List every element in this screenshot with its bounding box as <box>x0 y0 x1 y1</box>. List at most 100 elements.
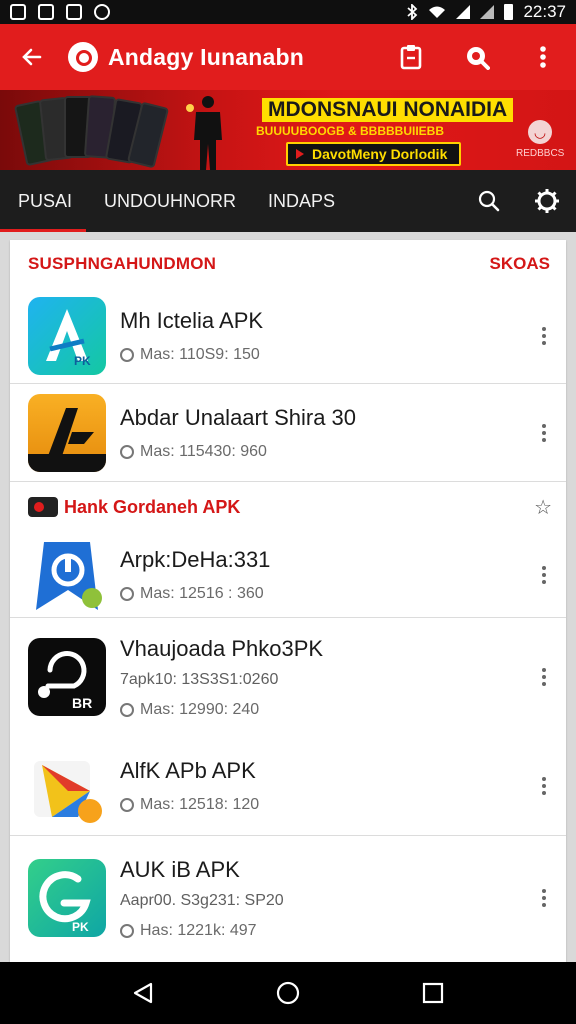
app-meta-text: Has: 1221k: 497 <box>140 921 257 939</box>
tab-label: PUSAI <box>18 190 73 211</box>
app-meta-text: Mas: 110S9: 150 <box>140 345 260 363</box>
app-name: AUK iB APK <box>120 856 240 882</box>
app-meta-text: Mas: 12516 : 360 <box>140 584 264 602</box>
more-vert-icon <box>540 46 546 68</box>
item-menu-button[interactable] <box>534 326 554 345</box>
gallery-icon <box>66 4 82 20</box>
svg-text:PK: PK <box>74 354 91 368</box>
search-icon <box>478 190 500 212</box>
app-list-item[interactable]: PK Mh Ictelia APK Mas: 110S9: 150 <box>10 288 566 384</box>
svg-text:BR: BR <box>72 695 92 711</box>
tab-pusai[interactable]: PUSAI <box>0 170 87 232</box>
banner-badge-label: REDBBCS <box>516 148 565 159</box>
status-bar: 22:37 <box>0 0 576 24</box>
app-meta: Mas: 12516 : 360 <box>120 585 270 603</box>
tab-undouhnorr[interactable]: UNDOUHNORR <box>86 170 250 232</box>
bluetooth-icon <box>407 4 418 20</box>
search-button[interactable] <box>444 24 510 90</box>
section-title: SUSPHNGAHUNDMON <box>28 254 217 273</box>
app-list-item[interactable]: AlfK APb APK Mas: 12518: 120 <box>10 736 566 836</box>
star-icon[interactable]: ☆ <box>534 495 552 520</box>
app-list-item[interactable]: PK AUK iB APK Aapr00. S3g231: SP20 Has: … <box>10 836 566 960</box>
app-name: AlfK APb APK <box>120 757 256 783</box>
green-app-icon: PK <box>28 859 106 937</box>
app-title: Andagy Iunanabn <box>108 43 304 70</box>
colorful-app-icon <box>28 746 106 825</box>
image-icon <box>10 4 26 20</box>
section-badge-icon <box>28 497 58 517</box>
blue-app-icon <box>28 535 106 614</box>
nav-recents-button[interactable] <box>403 962 463 1024</box>
promo-banner[interactable]: MDONSNAUI NONAIDIA BUUUUBOOGB & BBBBBUII… <box>0 90 576 170</box>
app-meta: Mas: 110S9: 150 <box>120 346 263 364</box>
app-meta: Mas: 115430: 960 <box>120 443 356 461</box>
app-meta-text: Mas: 12990: 240 <box>140 700 260 718</box>
nav-home-icon <box>276 981 300 1005</box>
item-menu-button[interactable] <box>534 889 554 907</box>
nav-home-button[interactable] <box>258 962 318 1024</box>
app-version: Aapr00. S3g231: SP20 <box>120 891 284 909</box>
app-list-item[interactable]: Abdar Unalaart Shira 30 Mas: 115430: 960 <box>10 384 566 482</box>
clock-icon <box>120 923 134 938</box>
back-button[interactable] <box>0 24 64 90</box>
clipboard-button[interactable] <box>378 24 444 90</box>
app-list-item[interactable]: Arpk:DeHa:331 Mas: 12516 : 360 <box>10 532 566 618</box>
person-silhouette-icon <box>186 96 222 170</box>
tab-indaps[interactable]: INDAPS <box>250 170 349 232</box>
wifi-icon <box>429 6 446 18</box>
black-app-icon: BR <box>28 638 106 716</box>
content-card: SUSPHNGAHUNDMON SKOAS PK Mh Ictelia APK … <box>10 240 566 962</box>
clock-icon <box>120 444 134 459</box>
signal-icon <box>480 5 495 19</box>
banner-cta-button[interactable]: DavotMeny Dorlodik <box>286 142 462 166</box>
app-logo-icon <box>68 42 98 72</box>
app-meta: Mas: 12518: 120 <box>120 796 259 814</box>
back-arrow-icon <box>22 48 42 66</box>
banner-subtitle: BUUUUBOOGB & BBBBBUIIEBB <box>256 124 444 138</box>
clock-icon <box>120 586 134 601</box>
signal-icon <box>456 5 471 19</box>
app-meta: Mas: 12990: 240 <box>120 701 323 719</box>
nav-back-icon <box>133 982 152 1004</box>
tab-label: UNDOUHNORR <box>104 190 237 211</box>
app-name: Arpk:DeHa:331 <box>120 546 271 572</box>
more-options-button[interactable] <box>510 24 576 90</box>
clock-icon <box>120 702 134 717</box>
system-nav-bar <box>0 962 576 1024</box>
camera-icon <box>38 4 54 20</box>
banner-title: MDONSNAUI NONAIDIA <box>262 98 514 122</box>
app-meta-text: Mas: 12518: 120 <box>140 795 260 813</box>
app-name: Vhaujoada Phko3PK <box>120 635 324 661</box>
clock-icon <box>120 797 134 812</box>
app-list-item[interactable]: BR Vhaujoada Phko3PK 7apk10: 13S3S1:0260… <box>10 618 566 736</box>
item-menu-button[interactable] <box>534 668 554 686</box>
settings-button[interactable] <box>518 170 576 232</box>
battery-icon <box>504 4 514 20</box>
nav-recents-icon <box>423 982 444 1004</box>
banner-badge-icon: ◡ <box>528 120 552 144</box>
item-menu-button[interactable] <box>534 776 554 795</box>
search-icon <box>467 47 490 70</box>
status-time: 22:37 <box>523 2 566 21</box>
clock-icon <box>120 347 134 362</box>
item-menu-button[interactable] <box>534 565 554 584</box>
svg-text:PK: PK <box>72 920 89 934</box>
section-header: SUSPHNGAHUNDMON SKOAS <box>10 240 566 288</box>
app-bar: Andagy Iunanabn <box>0 24 576 90</box>
tab-bar: PUSAI UNDOUHNORR INDAPS <box>0 170 576 232</box>
settings-icon <box>535 189 559 213</box>
section-see-all-link[interactable]: SKOAS <box>490 254 550 274</box>
section-title: Hank Gordaneh APK <box>64 496 241 517</box>
tab-search-button[interactable] <box>460 170 518 232</box>
app-meta-text: Mas: 115430: 960 <box>140 442 267 460</box>
location-icon <box>94 4 110 20</box>
item-menu-button[interactable] <box>534 423 554 442</box>
app-meta: Has: 1221k: 497 <box>120 922 284 940</box>
clipboard-icon <box>400 45 422 70</box>
app-name: Abdar Unalaart Shira 30 <box>120 404 357 430</box>
nav-back-button[interactable] <box>113 962 173 1024</box>
app-name: Mh Ictelia APK <box>120 307 264 333</box>
tab-label: INDAPS <box>268 190 336 211</box>
phones-image <box>13 94 180 169</box>
app-version: 7apk10: 13S3S1:0260 <box>120 670 279 688</box>
